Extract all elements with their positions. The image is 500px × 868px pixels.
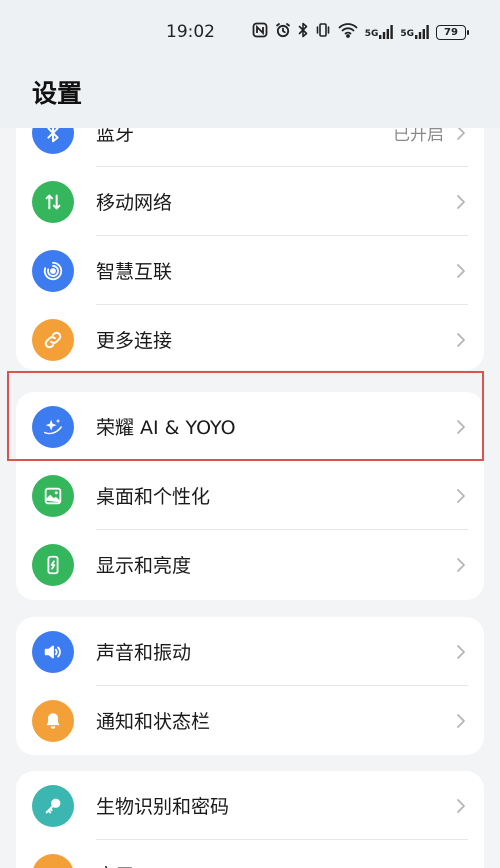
apps-icon: [32, 853, 74, 868]
mobile-data-icon: [32, 180, 74, 223]
chevron-right-icon: [457, 194, 465, 209]
chevron-right-icon: [457, 798, 465, 813]
settings-item-smart-connect[interactable]: 智慧互联: [16, 236, 484, 305]
settings-group-security-apps: 生物识别和密码 应用: [16, 771, 484, 868]
signal-bars-icon: [379, 25, 394, 39]
sparkle-icon: [32, 405, 74, 448]
settings-item-sound-vibration[interactable]: 声音和振动: [16, 617, 484, 686]
signal-5g-a: 5G: [365, 25, 394, 39]
status-time: 19:02: [166, 22, 215, 42]
chevron-right-icon: [457, 488, 465, 503]
display-icon: [32, 543, 74, 586]
settings-item-label: 更多连接: [96, 330, 173, 352]
settings-item-label: 荣耀 AI & YOYO: [96, 417, 236, 439]
page-header: 设置: [0, 66, 500, 128]
key-icon: [32, 784, 74, 827]
chevron-right-icon: [457, 419, 465, 434]
settings-group-personalization: 荣耀 AI & YOYO 桌面和个性化 显示和亮度: [16, 392, 484, 600]
settings-item-apps[interactable]: 应用: [16, 840, 484, 868]
speaker-icon: [32, 630, 74, 673]
status-bar: 19:02 5G 5G 79: [0, 0, 500, 66]
settings-item-honor-ai-yoyo[interactable]: 荣耀 AI & YOYO: [16, 392, 484, 461]
chevron-right-icon: [457, 557, 465, 572]
vibrate-icon: [315, 22, 331, 42]
status-icons: 5G 5G 79: [252, 22, 469, 42]
wallpaper-icon: [32, 474, 74, 517]
alarm-icon: [275, 22, 291, 42]
chevron-right-icon: [457, 332, 465, 347]
chevron-right-icon: [457, 713, 465, 728]
nfc-icon: [252, 22, 268, 42]
settings-group-sound-notifications: 声音和振动 通知和状态栏: [16, 617, 484, 755]
settings-item-label: 声音和振动: [96, 642, 192, 664]
chevron-right-icon: [457, 263, 465, 278]
settings-item-label: 生物识别和密码: [96, 796, 230, 818]
settings-item-desktop-personalization[interactable]: 桌面和个性化: [16, 461, 484, 530]
settings-item-label: 通知和状态栏: [96, 711, 211, 733]
settings-item-label: 显示和亮度: [96, 555, 192, 577]
network-type-label: 5G: [400, 29, 414, 39]
bluetooth-status-icon: [298, 22, 308, 42]
signal-bars-icon: [415, 25, 429, 39]
settings-item-biometrics-password[interactable]: 生物识别和密码: [16, 771, 484, 840]
wifi-icon: [338, 22, 358, 42]
settings-group-connectivity: 蓝牙 已开启 移动网络 智慧互联 更多连接: [16, 98, 484, 370]
settings-item-more-connections[interactable]: 更多连接: [16, 305, 484, 370]
chevron-right-icon: [457, 644, 465, 659]
page-title: 设置: [32, 79, 83, 108]
settings-item-notifications-statusbar[interactable]: 通知和状态栏: [16, 686, 484, 755]
settings-item-label: 应用: [96, 861, 134, 868]
bell-icon: [32, 699, 74, 742]
settings-list[interactable]: 蓝牙 已开启 移动网络 智慧互联 更多连接 荣耀 AI & YOYO 桌面和个性…: [0, 0, 500, 868]
settings-item-label: 智慧互联: [96, 261, 173, 283]
smart-connect-icon: [32, 249, 74, 292]
settings-item-label: 移动网络: [96, 192, 173, 214]
settings-item-mobile-network[interactable]: 移动网络: [16, 167, 484, 236]
signal-5g-b: 5G: [400, 25, 429, 39]
network-type-label: 5G: [364, 29, 379, 39]
settings-item-display-brightness[interactable]: 显示和亮度: [16, 530, 484, 599]
battery-icon: 79: [436, 24, 469, 40]
settings-item-label: 桌面和个性化: [96, 486, 211, 508]
link-icon: [32, 318, 74, 361]
